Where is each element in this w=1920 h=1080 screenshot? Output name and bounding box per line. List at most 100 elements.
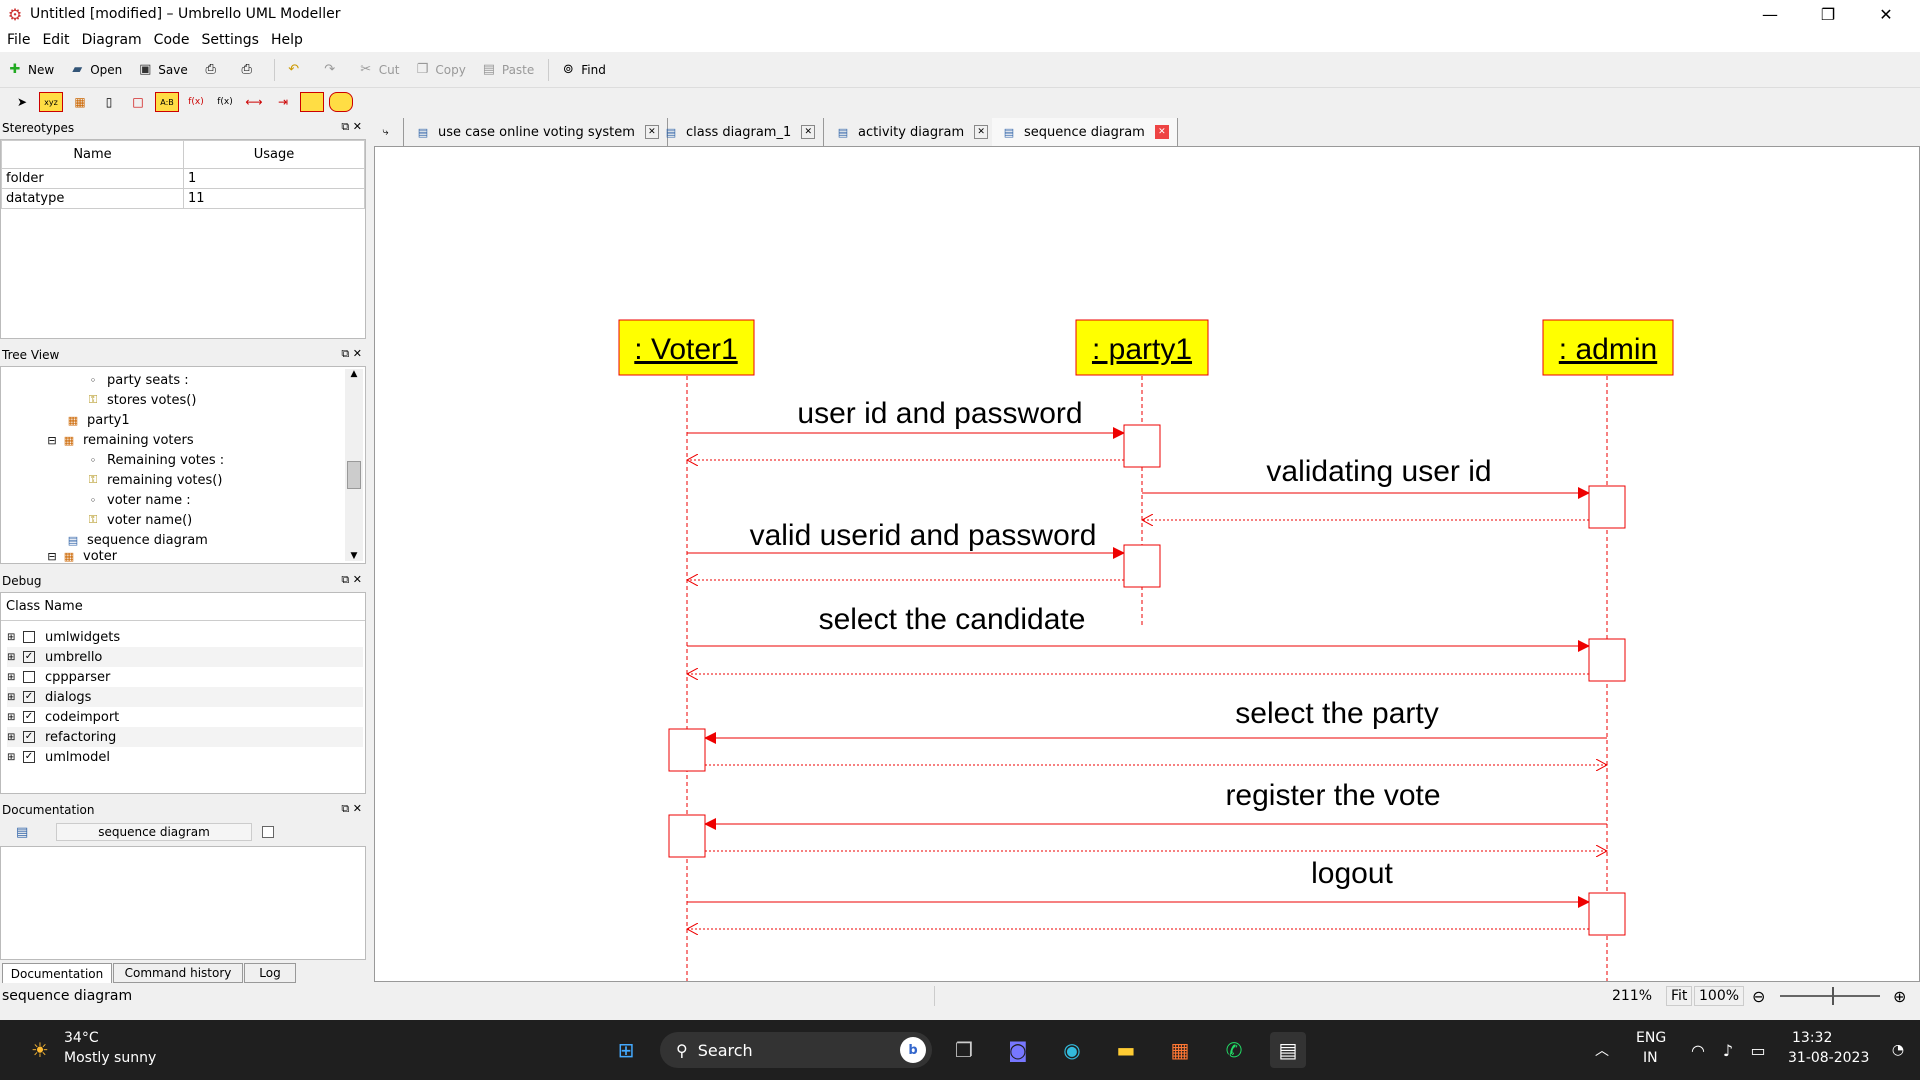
collapse-icon[interactable]: ⊟ (47, 433, 57, 447)
zoom-fit-button[interactable]: Fit (1666, 986, 1693, 1006)
checkbox-checked[interactable]: ✓ (23, 751, 35, 763)
menu-edit[interactable]: Edit (37, 32, 74, 48)
object-icon[interactable]: xyz (39, 92, 63, 112)
menu-help[interactable]: Help (266, 32, 308, 48)
microsoft-store-icon[interactable]: ▦ (1162, 1032, 1198, 1068)
chevron-up-icon[interactable]: ︿ (1584, 1032, 1620, 1068)
close-window-button[interactable]: ✕ (1858, 0, 1914, 28)
activation-box[interactable] (1123, 544, 1161, 588)
tab-log[interactable]: Log (244, 963, 296, 983)
scroll-thumb[interactable] (347, 461, 361, 489)
menu-settings[interactable]: Settings (197, 32, 264, 48)
redo-button[interactable]: ↷ (321, 61, 343, 79)
activation-box[interactable] (1588, 485, 1626, 529)
undo-button[interactable]: ↶ (285, 61, 307, 79)
notification-bell-icon[interactable]: ◔ (1880, 1032, 1916, 1068)
zoom-slider-handle[interactable] (1832, 987, 1834, 1005)
restore-button[interactable]: ❐ (1800, 0, 1856, 28)
tree-item[interactable]: ◦ voter name : (85, 491, 191, 509)
lang-in[interactable]: IN (1643, 1050, 1658, 1066)
select-arrow-icon[interactable]: ➤ (10, 92, 34, 112)
zoom-out-icon[interactable]: ⊖ (1752, 986, 1765, 1006)
expand-icon[interactable]: ⊞ (7, 652, 17, 663)
table-row[interactable]: folder 1 (1, 168, 365, 189)
debug-column-header[interactable]: Class Name (1, 593, 365, 621)
note-icon[interactable]: ▯ (97, 92, 121, 112)
activation-box[interactable] (1588, 892, 1626, 936)
table-row[interactable]: datatype 11 (1, 188, 365, 209)
tree-item[interactable]: ◦ Remaining votes : (85, 451, 224, 469)
collapse-icon[interactable]: ⊟ (47, 549, 57, 563)
lang-eng[interactable]: ENG (1636, 1030, 1666, 1046)
close-tab-icon[interactable]: ✕ (1154, 125, 1169, 139)
expand-icon[interactable]: ⊞ (7, 672, 17, 683)
start-windows-icon[interactable]: ⊞ (608, 1032, 644, 1068)
panel-float-close-icons[interactable]: ⧉ ✕ (341, 802, 362, 816)
checkbox-checked[interactable]: ✓ (23, 691, 35, 703)
zoom-slider[interactable] (1780, 986, 1880, 1006)
class-icon[interactable]: ▦ (68, 92, 92, 112)
tab-sequence-diagram[interactable]: ▤ sequence diagram ✕ (992, 118, 1178, 146)
cut-button[interactable]: ✂ Cut (357, 61, 399, 79)
tree-item[interactable]: ⚿ voter name() (85, 511, 192, 529)
scroll-down-icon[interactable]: ▼ (345, 551, 363, 561)
text-icon[interactable]: A:B (155, 92, 179, 112)
tab-activity-diagram[interactable]: ▤ activity diagram ✕ (826, 118, 998, 146)
save-button[interactable]: ▣ Save (136, 61, 188, 79)
panel-float-close-icons[interactable]: ⧉ ✕ (341, 347, 362, 361)
copy-button[interactable]: ❐ Copy (413, 61, 466, 79)
col-name-header[interactable]: Name (1, 140, 184, 169)
menu-code[interactable]: Code (149, 32, 195, 48)
clock-date[interactable]: 31-08-2023 (1788, 1050, 1869, 1066)
tree-scrollbar[interactable]: ▲ ▼ (345, 369, 363, 561)
debug-row[interactable]: ⊞ ✓ umbrello (7, 647, 363, 667)
checkbox-unchecked[interactable] (23, 631, 35, 643)
documentation-checkbox[interactable] (262, 826, 274, 838)
weather-text[interactable]: Mostly sunny (64, 1050, 156, 1066)
battery-icon[interactable]: ▭ (1740, 1032, 1776, 1068)
umbrello-taskbar-icon[interactable]: ▤ (1270, 1032, 1306, 1068)
found-message-icon[interactable]: ⇥ (271, 92, 295, 112)
whatsapp-icon[interactable]: ✆ (1216, 1032, 1252, 1068)
minimize-button[interactable]: — (1742, 0, 1798, 28)
box-icon[interactable]: □ (126, 92, 150, 112)
checkbox-checked[interactable]: ✓ (23, 731, 35, 743)
checkbox-unchecked[interactable] (23, 671, 35, 683)
tree-item[interactable]: ⊟ ▦ remaining voters (47, 431, 193, 449)
debug-row[interactable]: ⊞ umlwidgets (7, 627, 363, 647)
expand-icon[interactable]: ⊞ (7, 632, 17, 643)
new-button[interactable]: ✚ New (6, 61, 55, 79)
expand-icon[interactable]: ⊞ (7, 712, 17, 723)
paste-button[interactable]: ▤ Paste (480, 61, 535, 79)
zoom-100-button[interactable]: 100% (1694, 986, 1745, 1006)
checkbox-checked[interactable]: ✓ (23, 711, 35, 723)
close-tab-icon[interactable]: ✕ (801, 125, 816, 139)
edge-browser-icon[interactable]: ◉ (1054, 1032, 1090, 1068)
activation-box[interactable] (668, 814, 706, 858)
tree-item[interactable]: ▤ sequence diagram (65, 531, 208, 549)
open-button[interactable]: ▰ Open (68, 61, 122, 79)
teams-chat-icon[interactable]: ◙ (1000, 1032, 1036, 1068)
print-preview-button[interactable]: ⎙ (238, 61, 260, 79)
activation-box[interactable] (1123, 424, 1161, 468)
find-button[interactable]: ⊚ Find (559, 61, 606, 79)
debug-row[interactable]: ⊞ ✓ refactoring (7, 727, 363, 747)
debug-row[interactable]: ⊞ ✓ dialogs (7, 687, 363, 707)
debug-row[interactable]: ⊞ ✓ umlmodel (7, 747, 363, 767)
panel-float-close-icons[interactable]: ⧉ ✕ (341, 573, 362, 587)
weather-sun-icon[interactable]: ☀ (22, 1032, 58, 1068)
diagram-canvas[interactable]: : Voter1 : party1 : admin user id and pa… (374, 146, 1920, 982)
debug-row[interactable]: ⊞ ✓ codeimport (7, 707, 363, 727)
debug-row[interactable]: ⊞ cppparser (7, 667, 363, 687)
clock-time[interactable]: 13:32 (1792, 1030, 1832, 1046)
tree-item[interactable]: ⚿ remaining votes() (85, 471, 223, 489)
tree-item[interactable]: ⊟ ▦ voter (47, 549, 117, 563)
combined-fragment-icon[interactable] (300, 92, 324, 112)
precondition-icon[interactable] (329, 92, 353, 112)
col-usage-header[interactable]: Usage (183, 140, 365, 169)
expand-icon[interactable]: ⊞ (7, 732, 17, 743)
zoom-in-icon[interactable]: ⊕ (1893, 986, 1906, 1006)
tree-item[interactable]: ▦ party1 (65, 411, 130, 429)
documentation-textarea[interactable] (0, 846, 366, 960)
activation-box[interactable] (668, 728, 706, 772)
